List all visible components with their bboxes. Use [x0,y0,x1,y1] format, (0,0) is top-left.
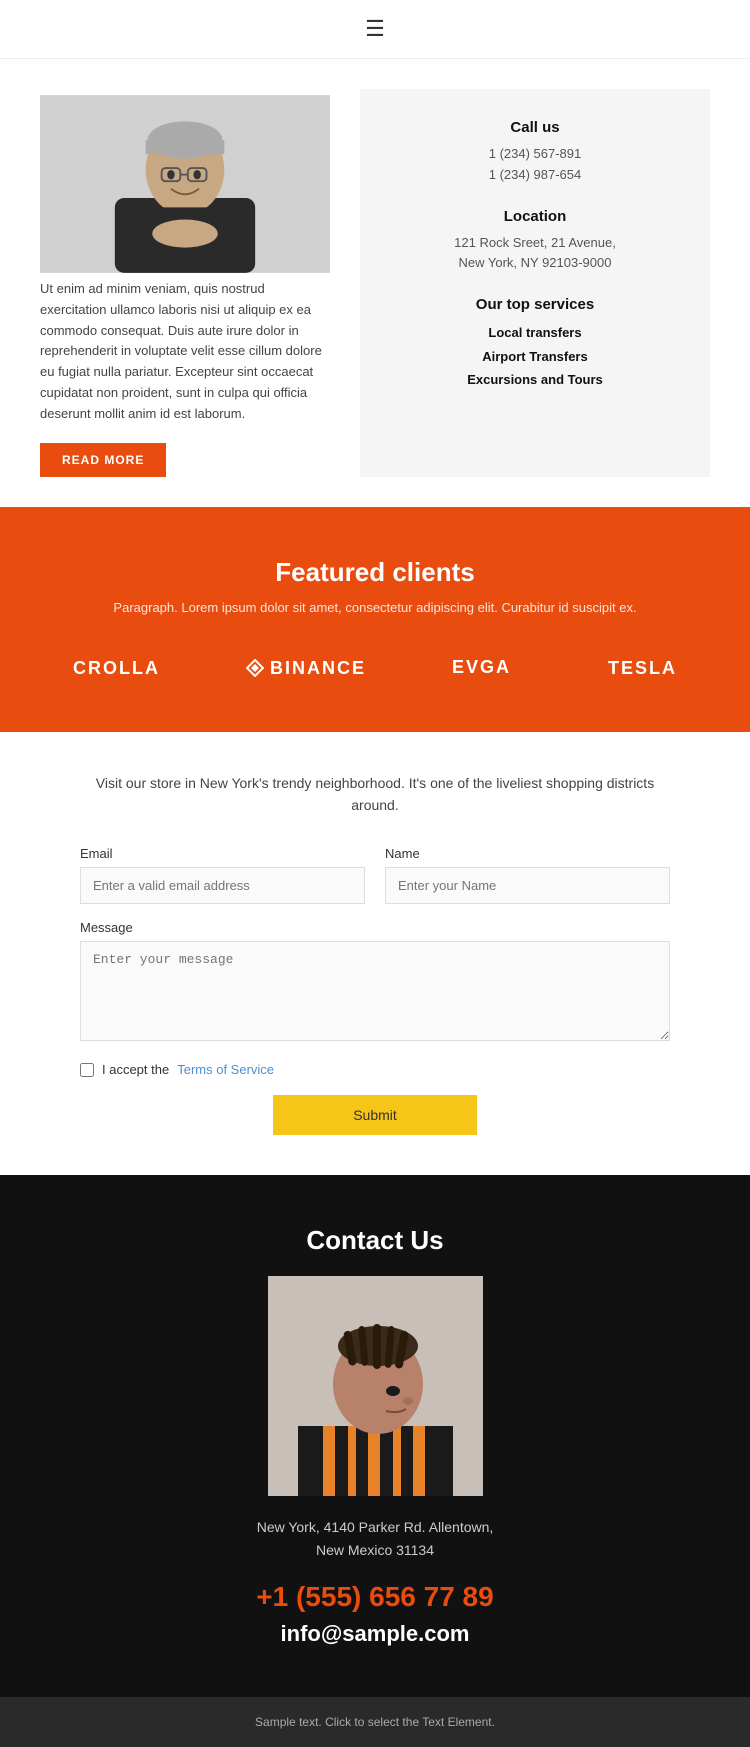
phone1: 1 (234) 567-891 [390,144,680,165]
navigation-bar: ☰ [0,0,750,59]
location-title: Location [390,208,680,225]
contact-phone[interactable]: +1 (555) 656 77 89 [40,1581,710,1613]
evga-logo-svg: EVGA [452,655,522,677]
call-section: Call us 1 (234) 567-891 1 (234) 987-654 [390,119,680,186]
services-title: Our top services [390,296,680,313]
store-description: Visit our store in New York's trendy nei… [80,772,670,817]
contact-photo [268,1276,483,1496]
service-excursions-tours[interactable]: Excursions and Tours [390,368,680,391]
hamburger-icon[interactable]: ☰ [365,16,385,42]
email-input[interactable] [80,867,365,904]
logo-evga: EVGA [452,655,522,682]
logo-tesla: TESLA [608,658,677,679]
email-label: Email [80,846,365,861]
logo-binance: BINANCE [246,658,366,679]
footer-sample-text: Sample text. Click to select the Text El… [255,1715,495,1729]
terms-checkbox[interactable] [80,1063,94,1077]
featured-subtitle: Paragraph. Lorem ipsum dolor sit amet, c… [40,600,710,615]
call-title: Call us [390,119,680,136]
phone2: 1 (234) 987-654 [390,165,680,186]
contact-form-section: Visit our store in New York's trendy nei… [0,732,750,1176]
message-textarea[interactable] [80,941,670,1041]
email-name-row: Email Name [80,846,670,904]
terms-text: I accept the [102,1062,169,1077]
terms-row: I accept the Terms of Service [80,1062,670,1077]
location-section: Location 121 Rock Sreet, 21 Avenue, New … [390,208,680,275]
featured-clients-section: Featured clients Paragraph. Lorem ipsum … [0,507,750,732]
contact-email[interactable]: info@sample.com [40,1621,710,1647]
contact-footer-section: Contact Us [0,1175,750,1697]
profile-photo [40,89,330,279]
left-column: Ut enim ad minim veniam, quis nostrud ex… [40,89,330,477]
email-field-container: Email [80,846,365,904]
name-input[interactable] [385,867,670,904]
contact-title: Contact Us [40,1225,710,1256]
service-local-transfers[interactable]: Local transfers [390,321,680,344]
read-more-button[interactable]: READ MORE [40,443,166,477]
address-line1: 121 Rock Sreet, 21 Avenue, [390,233,680,254]
address-line2: New York, NY 92103-9000 [390,253,680,274]
services-section: Our top services Local transfers Airport… [390,296,680,391]
binance-diamond-icon [246,659,264,677]
contact-address: New York, 4140 Parker Rd. Allentown, New… [40,1516,710,1561]
svg-text:EVGA: EVGA [452,657,511,677]
terms-link[interactable]: Terms of Service [177,1062,274,1077]
message-label: Message [80,920,670,935]
profile-image-svg [40,89,330,279]
info-panel: Call us 1 (234) 567-891 1 (234) 987-654 … [360,89,710,477]
service-airport-transfers[interactable]: Airport Transfers [390,345,680,368]
contact-person-svg [268,1276,483,1496]
featured-title: Featured clients [40,557,710,588]
name-field-container: Name [385,846,670,904]
logos-row: CROLLA BINANCE EVGA TESLA [40,655,710,682]
submit-button[interactable]: Submit [273,1095,477,1135]
bottom-bar: Sample text. Click to select the Text El… [0,1697,750,1747]
bio-text: Ut enim ad minim veniam, quis nostrud ex… [40,279,330,425]
name-label: Name [385,846,670,861]
top-section: Ut enim ad minim veniam, quis nostrud ex… [0,59,750,507]
logo-crolla: CROLLA [73,658,160,679]
message-field-container: Message [80,920,670,1046]
